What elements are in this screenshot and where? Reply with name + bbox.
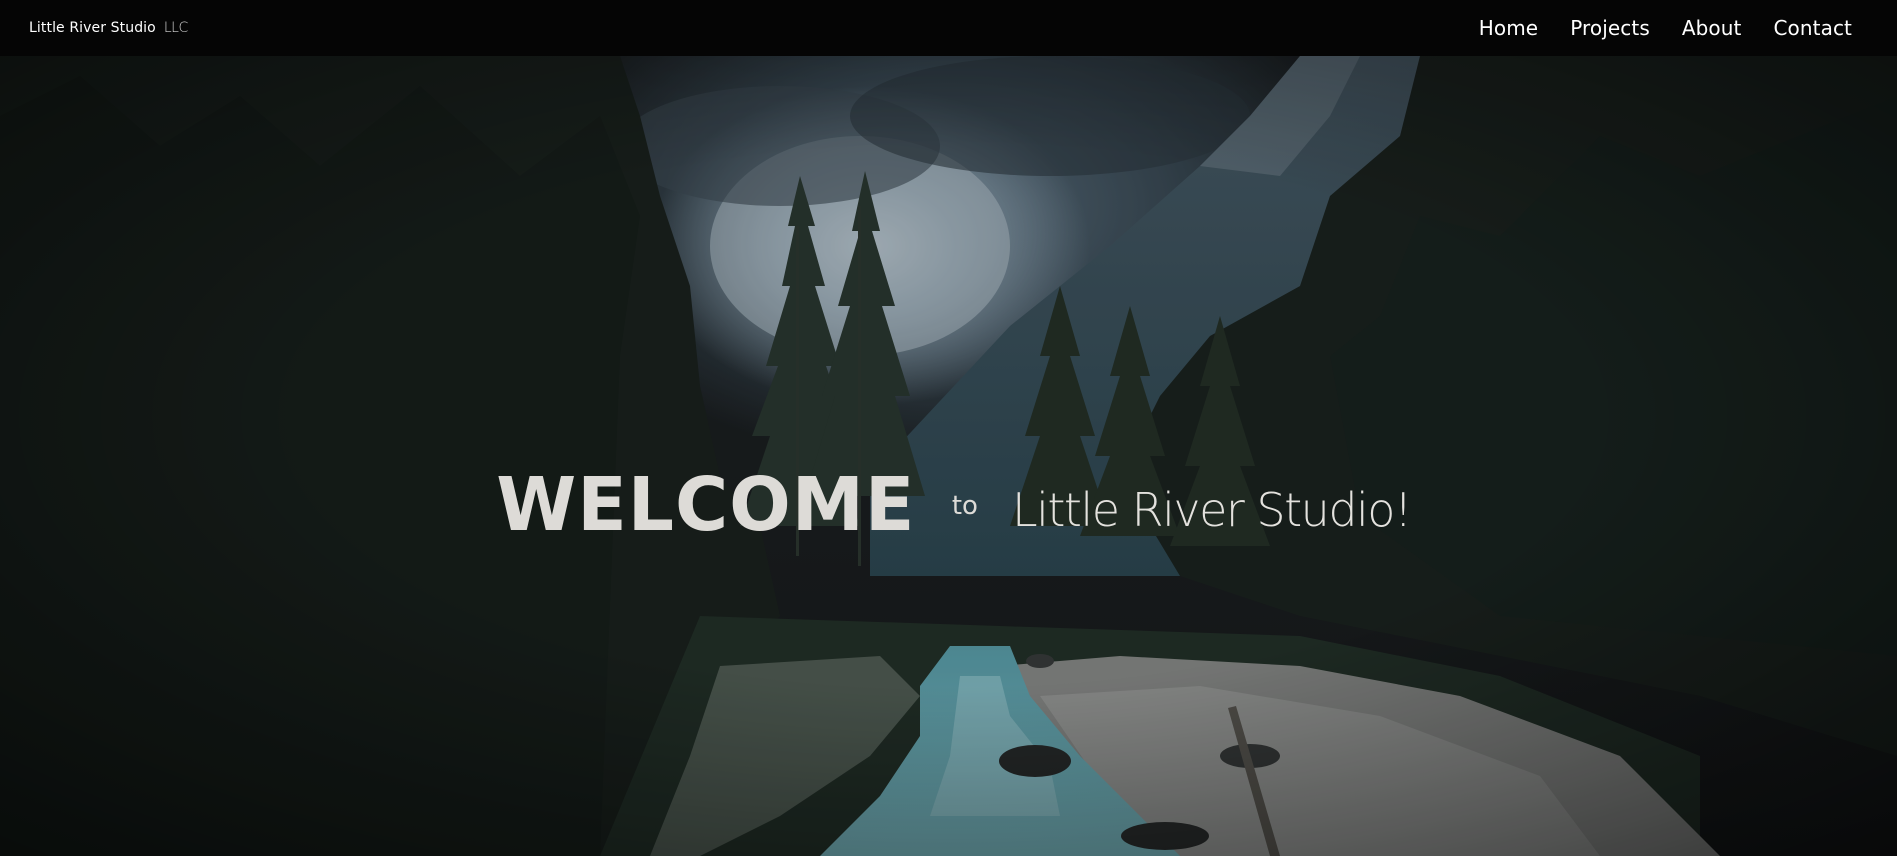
- hero-background-image: [0, 56, 1897, 856]
- brand-name: Little River Studio: [29, 20, 156, 36]
- nav-link-projects[interactable]: Projects: [1570, 16, 1650, 40]
- nav-link-contact[interactable]: Contact: [1773, 16, 1852, 40]
- brand-logo[interactable]: Little River Studio LLC: [29, 20, 188, 36]
- hero-welcome-text: WELCOME: [496, 462, 916, 548]
- brand-suffix: LLC: [163, 20, 188, 36]
- nav-link-about[interactable]: About: [1682, 16, 1742, 40]
- top-navbar: Little River Studio LLC Home Projects Ab…: [0, 0, 1897, 56]
- nav-link-home[interactable]: Home: [1479, 16, 1538, 40]
- nav-links: Home Projects About Contact: [1479, 16, 1852, 40]
- hero-to-text: to: [951, 491, 978, 521]
- hero-studio-name: Little River Studio!: [1011, 483, 1412, 537]
- hero-heading: WELCOME to Little River Studio!: [0, 462, 1897, 548]
- hero-section: WELCOME to Little River Studio!: [0, 56, 1897, 856]
